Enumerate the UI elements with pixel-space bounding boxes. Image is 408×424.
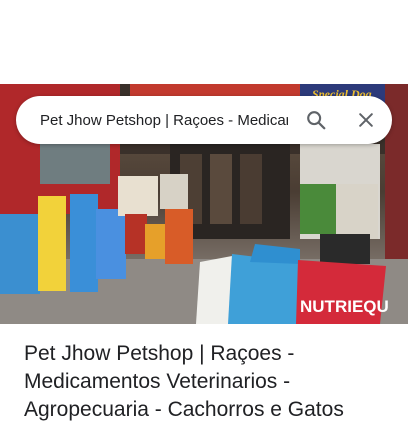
search-button[interactable] [296,100,336,140]
search-input[interactable]: Pet Jhow Petshop | Raçoes - Medicamentos… [40,112,288,129]
result-title[interactable]: Pet Jhow Petshop | Raçoes - Medicamentos… [24,340,394,424]
close-icon [359,113,373,127]
search-bar[interactable]: Pet Jhow Petshop | Raçoes - Medicamentos… [16,96,392,144]
blank-top-area [0,0,408,84]
bag-label-text: NUTRIEQU [300,297,389,316]
clear-search-button[interactable] [346,100,386,140]
search-icon [307,111,326,130]
